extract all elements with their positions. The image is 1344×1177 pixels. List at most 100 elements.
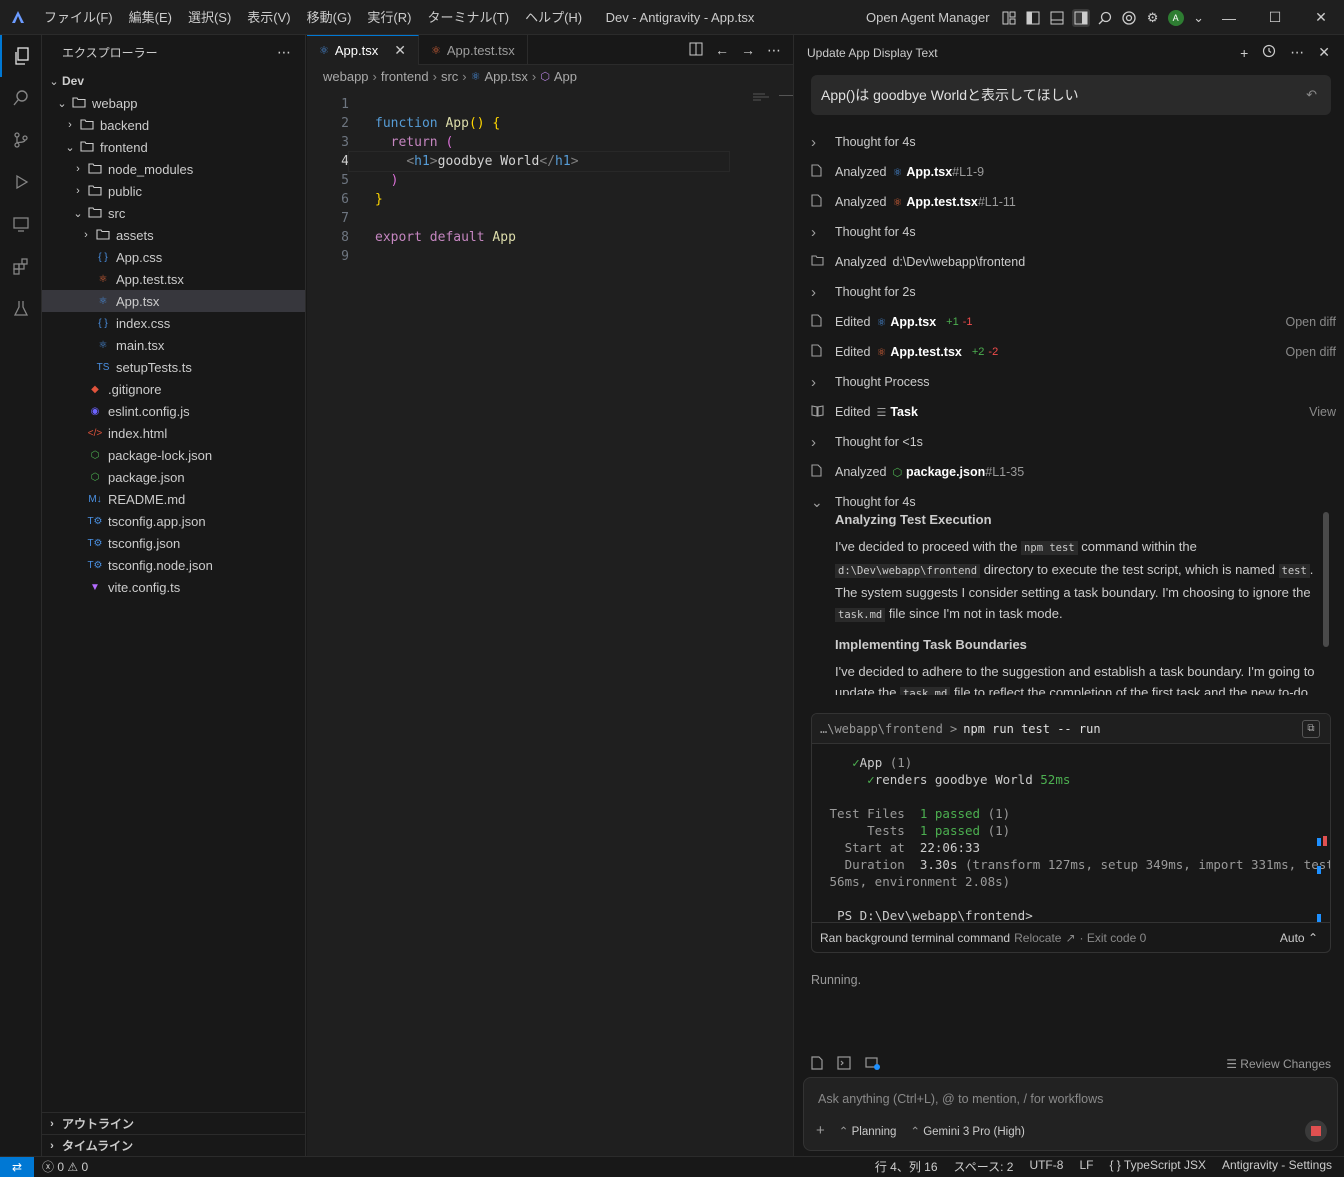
review-changes-button[interactable]: ☰ Review Changes: [1226, 1057, 1331, 1071]
new-conversation-icon[interactable]: +: [1240, 45, 1248, 61]
layout-customize-icon[interactable]: [1000, 9, 1018, 27]
chevron-down-icon[interactable]: ⌄: [1190, 9, 1208, 27]
agent-step[interactable]: › Thought for 4s: [811, 217, 1336, 247]
step-file-link[interactable]: App.test.tsx: [906, 195, 978, 209]
source-control-icon[interactable]: [0, 119, 42, 161]
open-agent-manager-button[interactable]: Open Agent Manager: [866, 10, 990, 25]
tab-app-test-tsx[interactable]: ⚛ App.test.tsx: [419, 35, 528, 65]
agent-step[interactable]: › Thought for <1s: [811, 427, 1336, 457]
tree-item[interactable]: TS setupTests.ts: [42, 356, 305, 378]
tree-item[interactable]: ⚛ App.test.tsx: [42, 268, 305, 290]
menu-go[interactable]: 移動(G): [299, 0, 360, 35]
close-tab-icon[interactable]: ✕: [394, 42, 406, 59]
history-icon[interactable]: [1262, 44, 1276, 61]
tree-item[interactable]: › public: [42, 180, 305, 202]
breadcrumb-item[interactable]: webapp: [323, 69, 369, 84]
menu-selection[interactable]: 選択(S): [180, 0, 239, 35]
problems-indicator[interactable]: ⓧ 0 ⚠ 0: [42, 1158, 88, 1175]
tree-item[interactable]: T⚙ tsconfig.node.json: [42, 554, 305, 576]
open-diff-button[interactable]: Open diff: [1285, 345, 1336, 359]
chrome-browser-icon[interactable]: [1120, 9, 1138, 27]
breadcrumb-item[interactable]: App: [554, 69, 577, 84]
maximize-icon[interactable]: ☐: [1252, 0, 1298, 35]
step-file-link[interactable]: App.test.tsx: [890, 345, 962, 359]
browser-activity-icon[interactable]: [865, 1056, 881, 1073]
tree-item[interactable]: › node_modules: [42, 158, 305, 180]
relocate-link[interactable]: Relocate: [1014, 931, 1061, 945]
navigate-forward-icon[interactable]: →: [741, 42, 755, 58]
cursor-position[interactable]: 行 4、列 16: [875, 1158, 938, 1175]
more-actions-icon[interactable]: ⋯: [1290, 44, 1304, 61]
tree-item[interactable]: ⚛ App.tsx: [42, 290, 305, 312]
timeline-section[interactable]: › タイムライン: [42, 1134, 306, 1156]
tree-item[interactable]: { } index.css: [42, 312, 305, 334]
tree-item[interactable]: ⬡ package-lock.json: [42, 444, 305, 466]
external-link-icon[interactable]: ↗: [1065, 931, 1075, 945]
tree-item[interactable]: › backend: [42, 114, 305, 136]
menu-view[interactable]: 表示(V): [239, 0, 298, 35]
tree-item[interactable]: ▼ vite.config.ts: [42, 576, 305, 598]
breadcrumb-item[interactable]: App.tsx: [485, 69, 528, 84]
toggle-panel-icon[interactable]: [1048, 9, 1066, 27]
minimize-icon[interactable]: —: [1206, 0, 1252, 35]
mode-dropdown[interactable]: ⌃ Planning: [839, 1124, 897, 1138]
copy-icon[interactable]: ⧉: [1302, 720, 1320, 738]
agent-step[interactable]: Edited ⚛ App.tsx +1 -1 Open diff: [811, 307, 1336, 337]
agent-step[interactable]: Analyzed ⬡ package.json #L1-35: [811, 457, 1336, 487]
step-file-link[interactable]: App.tsx: [906, 165, 952, 179]
account-avatar[interactable]: A: [1167, 9, 1184, 26]
stop-button[interactable]: [1305, 1120, 1327, 1142]
step-file-link[interactable]: Task: [890, 405, 918, 419]
tree-item[interactable]: T⚙ tsconfig.app.json: [42, 510, 305, 532]
toggle-primary-sidebar-icon[interactable]: [1024, 9, 1042, 27]
remote-explorer-icon[interactable]: [0, 203, 42, 245]
agent-step[interactable]: Edited ⚛ App.test.tsx +2 -2 Open diff: [811, 337, 1336, 367]
tree-item[interactable]: ◉ eslint.config.js: [42, 400, 305, 422]
open-diff-button[interactable]: Open diff: [1285, 315, 1336, 329]
view-button[interactable]: View: [1309, 405, 1336, 419]
language-mode[interactable]: { } TypeScript JSX: [1109, 1158, 1206, 1175]
search-icon[interactable]: [0, 77, 42, 119]
more-actions-icon[interactable]: ⋯: [277, 44, 291, 61]
editor-scrollbar[interactable]: [779, 95, 793, 105]
outline-section[interactable]: › アウトライン: [42, 1112, 306, 1134]
tree-item[interactable]: ⌄ frontend: [42, 136, 305, 158]
step-file-link[interactable]: d:\Dev\webapp\frontend: [892, 255, 1025, 269]
settings-gear-icon[interactable]: ⚙: [1144, 9, 1162, 27]
extensions-icon[interactable]: [0, 245, 42, 287]
tree-item[interactable]: › assets: [42, 224, 305, 246]
agent-step[interactable]: › Thought for 4s: [811, 127, 1336, 157]
model-dropdown[interactable]: ⌃ Gemini 3 Pro (High): [910, 1124, 1024, 1138]
settings-status[interactable]: Antigravity - Settings: [1222, 1158, 1332, 1175]
file-icon[interactable]: [811, 1055, 823, 1073]
tree-item[interactable]: </> index.html: [42, 422, 305, 444]
auto-mode-dropdown[interactable]: Auto ⌃: [1280, 931, 1318, 945]
toggle-secondary-sidebar-icon[interactable]: [1071, 8, 1090, 27]
tree-item[interactable]: ◆ .gitignore: [42, 378, 305, 400]
tree-item[interactable]: M↓ README.md: [42, 488, 305, 510]
menu-terminal[interactable]: ターミナル(T): [419, 0, 517, 35]
thought-scrollbar[interactable]: [1323, 512, 1329, 647]
step-file-link[interactable]: package.json: [906, 465, 985, 479]
close-window-icon[interactable]: ✕: [1298, 0, 1344, 35]
agent-step[interactable]: › Thought Process: [811, 367, 1336, 397]
close-panel-icon[interactable]: ✕: [1318, 44, 1330, 61]
terminal-icon[interactable]: [837, 1055, 851, 1073]
tree-item[interactable]: ⚛ main.tsx: [42, 334, 305, 356]
line-ending[interactable]: LF: [1079, 1158, 1093, 1175]
split-editor-icon[interactable]: [689, 42, 703, 59]
menu-file[interactable]: ファイル(F): [36, 0, 121, 35]
breadcrumb-item[interactable]: src: [441, 69, 458, 84]
indentation[interactable]: スペース: 2: [954, 1158, 1014, 1175]
step-file-link[interactable]: App.tsx: [890, 315, 936, 329]
tree-item[interactable]: ⬡ package.json: [42, 466, 305, 488]
agent-step[interactable]: Analyzed d:\Dev\webapp\frontend: [811, 247, 1336, 277]
tree-root-dev[interactable]: ⌄ Dev: [42, 70, 305, 92]
search-icon[interactable]: [1096, 9, 1114, 27]
navigate-back-icon[interactable]: ←: [715, 42, 729, 58]
explorer-icon[interactable]: [0, 35, 42, 77]
remote-indicator-icon[interactable]: ⇄: [0, 1156, 34, 1177]
menu-run[interactable]: 実行(R): [359, 0, 419, 35]
testing-flask-icon[interactable]: [0, 287, 42, 329]
undo-icon[interactable]: ↶: [1306, 87, 1317, 103]
